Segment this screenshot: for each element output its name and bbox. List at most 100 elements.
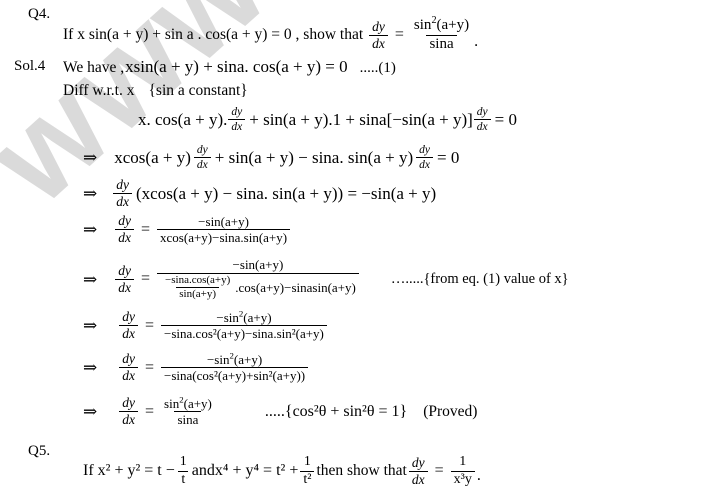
q4-dydx-fraction: dy dx xyxy=(369,18,388,51)
sol4-line7-den-rest: .cos(a+y)−sinasin(a+y) xyxy=(235,279,356,295)
q5-fraction-1: 1 t xyxy=(177,454,190,488)
sol4-line4-dydx2-den: dx xyxy=(416,157,433,171)
sol4-line7-inner-den: sin(a+y) xyxy=(176,287,220,301)
q4-period: . xyxy=(474,32,479,50)
q5-frac1-den: t xyxy=(178,470,189,488)
sol4-line10-num-pre: sin xyxy=(164,395,180,411)
sol4-line5-expression: (xcos(a + y) − sina. sin(a + y)) = −sin(… xyxy=(136,183,437,203)
q5-result-fraction: 1 x³y xyxy=(450,454,475,488)
sol4-line7-arrow: ⇒ xyxy=(83,269,98,289)
sol4-line1-eqnum: .....(1) xyxy=(359,60,396,76)
sol4-line5-dydx-num: dy xyxy=(116,177,129,192)
sol4-line6-fraction: −sin(a+y) xcos(a+y)−sina.sin(a+y) xyxy=(157,214,291,245)
sol4-line8-equals: = xyxy=(145,316,155,334)
sol4-line10-arrow: ⇒ xyxy=(83,402,98,422)
q5-frac2-num: 1 xyxy=(303,454,311,469)
sol4-line3-dydx1-den: dx xyxy=(228,119,246,133)
q5-part1: If x² + y² = t − xyxy=(83,462,175,480)
document-page: Q4. If x sin(a + y) + sin a . cos(a + y)… xyxy=(0,0,707,501)
sol4-line9-dydx-num: dy xyxy=(122,351,135,366)
sol4-line9-num-post: (a+y) xyxy=(233,351,263,367)
sol4-line3-part1: x. cos(a + y). xyxy=(138,109,228,129)
q5-result-num: 1 xyxy=(459,454,467,469)
q4-statement-row: If x sin(a + y) + sin a . cos(a + y) = 0… xyxy=(63,15,479,53)
sol4-line7-row: ⇒ dy dx = −sin(a+y) −sina.cos(a+y) sin(a… xyxy=(83,258,569,301)
sol4-line7-numerator: −sin(a+y) xyxy=(232,257,284,272)
sol4-line3-dydx1-num: dy xyxy=(231,106,243,118)
sol4-line9-numerator: −sin2(a+y) xyxy=(204,351,265,368)
q5-label: Q5. xyxy=(28,443,51,459)
sol4-line8-arrow: ⇒ xyxy=(83,316,98,336)
q4-statement-text: If x sin(a + y) + sin a . cos(a + y) = 0… xyxy=(63,26,364,44)
sol4-proved-label: (Proved) xyxy=(423,402,478,420)
q4-dydx-denominator: dx xyxy=(369,34,388,51)
sol4-line10-num-post: (a+y) xyxy=(183,395,212,411)
sol4-diff-text: Diff w.r.t. x xyxy=(63,82,135,99)
sol4-line3-dydx-2: dy dx xyxy=(473,106,491,133)
sol4-line10-equals: = xyxy=(145,402,155,420)
sol4-line3-part4: = 0 xyxy=(494,109,517,129)
sol4-line8-num-post: (a+y) xyxy=(243,309,272,325)
q4-sin-argument: (a+y) xyxy=(436,17,470,33)
sol4-line4-dydx-2: dy dx xyxy=(416,144,433,171)
sol4-line8-dydx: dy dx xyxy=(119,309,138,341)
q4-equals-sign: = xyxy=(394,26,404,44)
sol4-line4-part2: + sin(a + y) − sina. sin(a + y) xyxy=(214,147,414,167)
sol4-line9-arrow: ⇒ xyxy=(83,358,98,378)
q5-equals: = xyxy=(434,462,444,480)
sol4-constant-note: {sin a constant} xyxy=(148,82,248,99)
sol4-line10-denominator: sina xyxy=(174,411,202,427)
sol4-line6-dydx-den: dx xyxy=(115,229,134,245)
sol4-line1-row: We have , xsin(a + y) + sina. cos(a + y)… xyxy=(63,57,396,77)
sol4-line10-dydx-num: dy xyxy=(122,395,135,410)
sol4-line7-equals: = xyxy=(141,270,151,288)
q4-dydx-numerator: dy xyxy=(372,18,385,34)
q5-label-row: Q5. xyxy=(28,443,50,460)
sol4-line10-row: ⇒ dy dx = sin2(a+y) sina .....{cos²θ + s… xyxy=(83,395,478,427)
q5-dydx-den: dx xyxy=(408,470,428,487)
sol4-identity-note: .....{cos²θ + sin²θ = 1} xyxy=(264,402,408,420)
q4-result-fraction: sin2(a+y) sina xyxy=(411,15,472,53)
sol4-line8-numerator: −sin2(a+y) xyxy=(213,309,274,326)
sol4-we-have-text: We have , xyxy=(63,59,125,76)
sol4-line7-outer-fraction: −sin(a+y) −sina.cos(a+y) sin(a+y) .cos(a… xyxy=(157,258,359,301)
sol4-line5-row: ⇒ dy dx (xcos(a + y) − sina. sin(a + y))… xyxy=(83,177,437,209)
sol4-line6-dydx-num: dy xyxy=(118,213,131,228)
sol4-line4-part3: = 0 xyxy=(437,147,460,167)
sol4-label: Sol.4 xyxy=(14,58,46,74)
sol4-line6-denominator: xcos(a+y)−sina.sin(a+y) xyxy=(157,229,291,245)
sol4-line8-dydx-num: dy xyxy=(122,309,135,324)
sol4-line9-fraction: −sin2(a+y) −sina(cos²(a+y)+sin²(a+y)) xyxy=(161,351,309,383)
sol4-line7-dydx-den: dx xyxy=(115,278,134,295)
sol4-line8-denominator: −sina.cos²(a+y)−sina.sin²(a+y) xyxy=(161,325,327,341)
sol4-line6-arrow: ⇒ xyxy=(83,220,98,240)
sol4-line7-dydx-num: dy xyxy=(118,262,131,278)
q5-part2: andx⁴ + y⁴ = t² + xyxy=(191,462,299,480)
sol4-line4-part1: xcos(a + y) xyxy=(114,147,191,167)
sol4-line10-dydx-den: dx xyxy=(119,411,138,427)
q5-result-den: x³y xyxy=(450,470,475,488)
sol4-line9-dydx-den: dx xyxy=(119,367,138,383)
sol4-line3-dydx2-den: dx xyxy=(473,119,491,133)
sol4-line3-dydx-1: dy dx xyxy=(228,106,246,133)
sol4-line4-dydx1-den: dx xyxy=(193,157,211,171)
sol4-line7-dydx: dy dx xyxy=(115,262,134,295)
q4-label: Q4. xyxy=(28,6,51,22)
q5-dydx-num: dy xyxy=(411,454,425,470)
sol4-line7-inner-fraction: −sina.cos(a+y) sin(a+y) xyxy=(162,274,233,301)
sol4-line3-dydx2-num: dy xyxy=(476,106,488,118)
q5-frac2-den: t² xyxy=(300,470,315,488)
q5-fraction-2: 1 t² xyxy=(300,454,315,488)
q5-statement-row: If x² + y² = t − 1 t andx⁴ + y⁴ = t² + 1… xyxy=(83,454,481,488)
sol4-line4-dydx2-num: dy xyxy=(419,144,430,156)
q5-period: . xyxy=(476,467,481,485)
sol4-line3-part2: + sin(a + y).1 + sina[ xyxy=(249,109,393,129)
sol4-line8-fraction: −sin2(a+y) −sina.cos²(a+y)−sina.sin²(a+y… xyxy=(161,309,327,341)
q4-label-row: Q4. xyxy=(28,6,50,23)
q4-sin-text: sin xyxy=(413,17,432,33)
sol4-line4-dydx1-num: dy xyxy=(196,144,208,156)
sol4-line1-expression: xsin(a + y) + sina. cos(a + y) = 0 xyxy=(125,57,348,76)
sol4-line4-arrow: ⇒ xyxy=(83,148,98,168)
sol4-line9-num-pre: −sin xyxy=(206,351,230,367)
sol4-line9-row: ⇒ dy dx = −sin2(a+y) −sina(cos²(a+y)+sin… xyxy=(83,351,310,383)
